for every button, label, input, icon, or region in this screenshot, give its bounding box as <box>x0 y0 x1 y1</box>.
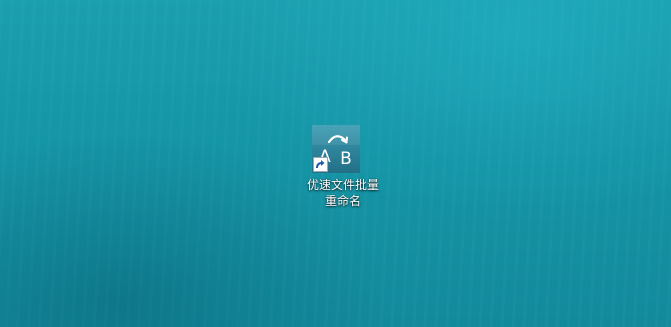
shortcut-label-line-2: 重命名 <box>324 194 361 208</box>
svg-text:B: B <box>340 149 352 169</box>
desktop-background[interactable]: A B 优速文件批量 重命名 <box>0 0 671 327</box>
shortcut-arrow-icon <box>313 157 328 172</box>
shortcut-label: 优速文件批量 重命名 <box>295 177 391 209</box>
shortcut-label-line-1: 优速文件批量 <box>306 178 379 192</box>
desktop-shortcut[interactable]: A B 优速文件批量 重命名 <box>295 122 391 214</box>
